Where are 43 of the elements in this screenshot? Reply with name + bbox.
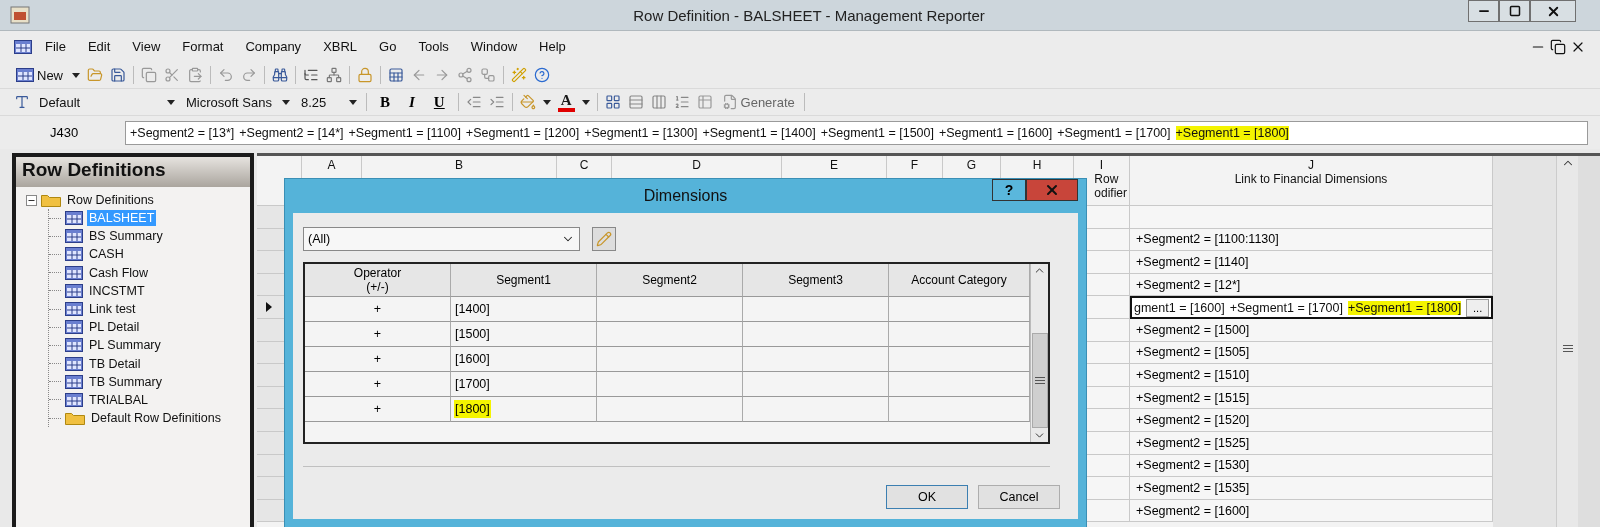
table-cell: +Segment2 = [1100:1130] bbox=[1130, 228, 1493, 252]
column-letter: J bbox=[1308, 158, 1314, 172]
table-cell: +Segment2 = [1510] bbox=[1130, 364, 1493, 387]
table-cell: + bbox=[305, 347, 451, 372]
table-cell: +Segment2 = [1140] bbox=[1130, 251, 1493, 274]
table-cell: + bbox=[305, 322, 451, 347]
table-cell: +Segment2 = [1535] bbox=[1130, 477, 1493, 500]
panel-title: Row Definitions bbox=[16, 157, 250, 187]
column-header: Account Category bbox=[889, 264, 1030, 297]
table-cell: +Segment2 = [1525] bbox=[1130, 431, 1493, 455]
column-label: Row odifier bbox=[1094, 172, 1128, 200]
table-cell: + bbox=[305, 297, 451, 322]
column-letter: B bbox=[455, 158, 463, 172]
column-letter: C bbox=[579, 158, 589, 172]
column-header: Segment2 bbox=[597, 264, 743, 297]
table-cell: +Segment2 = [1500] bbox=[1130, 318, 1493, 342]
table-cell: [1700] bbox=[451, 372, 597, 397]
table-cell: +Segment2 = [12*] bbox=[1130, 273, 1493, 297]
table-cell: [1800] bbox=[451, 397, 597, 422]
table-cell: +Segment2 = [1600] bbox=[1130, 499, 1493, 523]
column-label: Link to Financial Dimensions bbox=[1234, 172, 1388, 186]
table-cell: + bbox=[305, 372, 451, 397]
window-title: Row Definition - BALSHEET - Management Reporter bbox=[632, 6, 986, 24]
table-cell: +Segment2 = [1515] bbox=[1130, 386, 1493, 410]
column-letter: A bbox=[327, 158, 336, 172]
table-cell: +Segment2 = [1520] bbox=[1130, 409, 1493, 432]
table-cell: +Segment2 = [1505] bbox=[1130, 341, 1493, 365]
column-letter: D bbox=[692, 158, 701, 172]
column-letter: F bbox=[910, 158, 919, 172]
column-header: Operator (+/-) bbox=[305, 264, 451, 297]
table-cell: + bbox=[305, 397, 451, 422]
column-letter: I bbox=[1099, 158, 1104, 172]
column-letter: G bbox=[966, 158, 977, 172]
table-cell: [1600] bbox=[451, 347, 597, 372]
table-cell: [1500] bbox=[451, 322, 597, 347]
table-cell: +Segment2 = [1530] bbox=[1130, 454, 1493, 478]
column-header: Segment3 bbox=[743, 264, 889, 297]
table-cell: [1400] bbox=[451, 297, 597, 322]
column-header: Segment1 bbox=[451, 264, 597, 297]
cell-reference: J430 bbox=[50, 125, 80, 140]
dialog-title: Dimensions bbox=[642, 187, 729, 205]
column-letter: E bbox=[830, 158, 838, 172]
column-letter: H bbox=[1032, 158, 1042, 172]
